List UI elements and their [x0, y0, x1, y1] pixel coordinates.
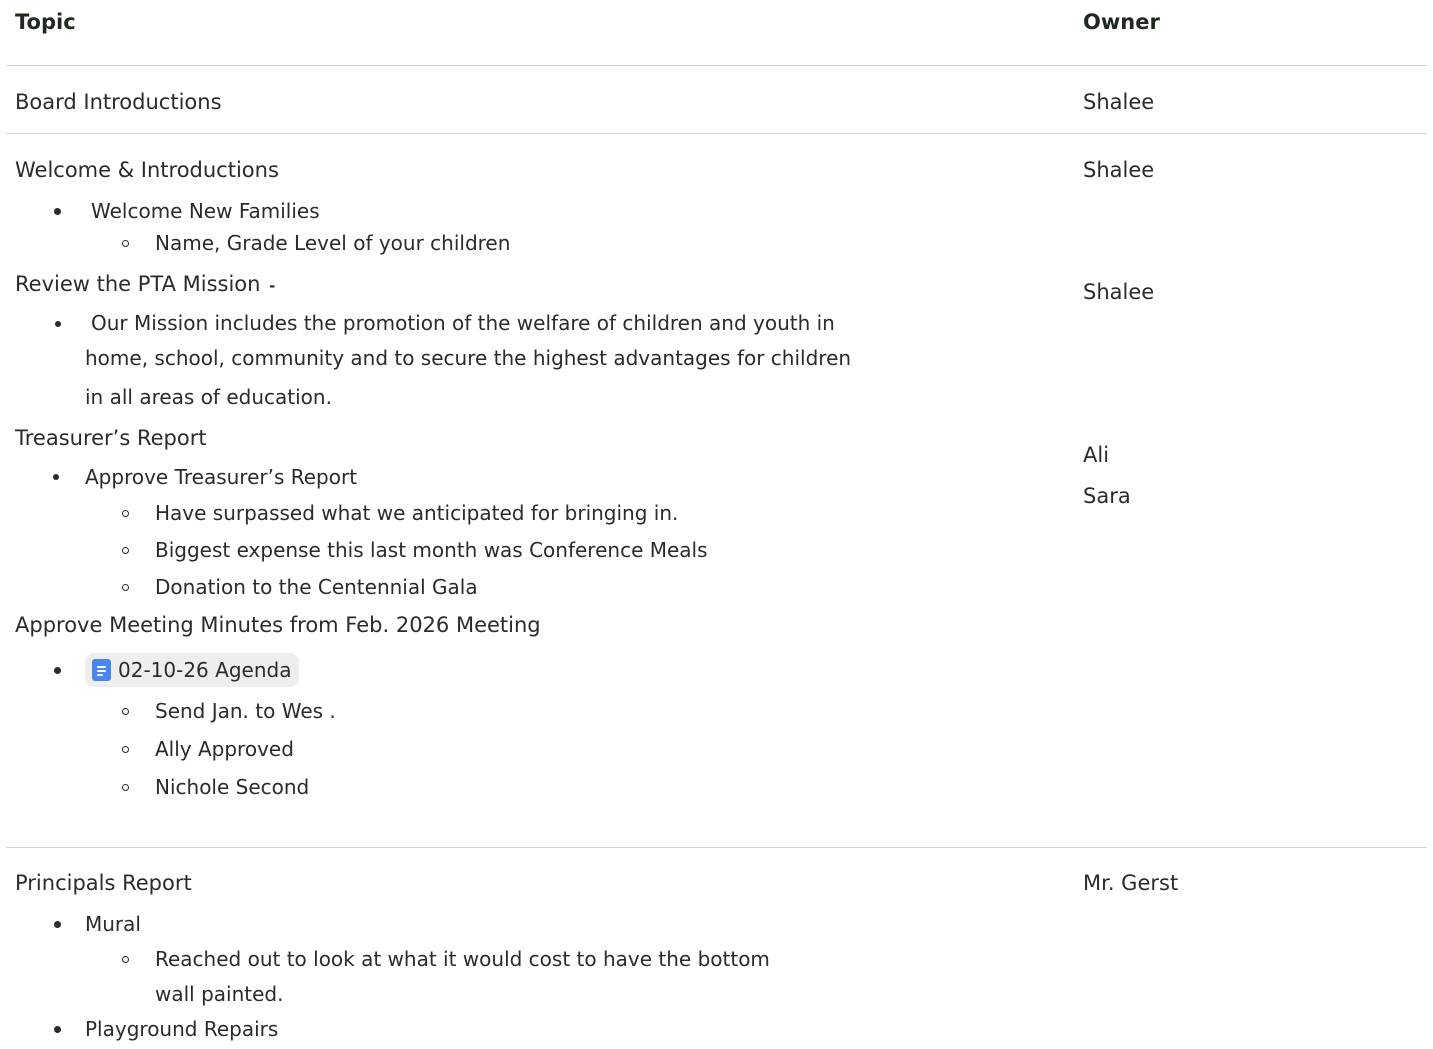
mission-text-line-1[interactable]: Our Mission includes the promotion of th… — [91, 310, 835, 336]
bullet-icon — [53, 474, 59, 480]
list-item-surpassed[interactable]: Have surpassed what we anticipated for b… — [155, 500, 678, 526]
list-item-name-grade-level[interactable]: Name, Grade Level of your children — [155, 230, 510, 256]
agenda-doc-chip-label: 02-10-26 Agenda — [118, 658, 292, 682]
list-item-ally-approved[interactable]: Ally Approved — [155, 736, 294, 762]
topic-approve-meeting-minutes[interactable]: Approve Meeting Minutes from Feb. 2026 M… — [15, 612, 541, 638]
topic-board-introductions[interactable]: Board Introductions — [15, 89, 222, 115]
bullet-icon — [54, 1026, 61, 1033]
topic-review-pta-mission-label: Review the PTA Mission — [15, 272, 261, 296]
list-item-nichole-second[interactable]: Nichole Second — [155, 774, 309, 800]
hollow-bullet-icon — [122, 510, 129, 517]
topic-review-pta-mission[interactable]: Review the PTA Mission - — [15, 271, 275, 299]
bullet-icon — [54, 208, 61, 215]
hollow-bullet-icon — [122, 547, 129, 554]
column-header-topic: Topic — [15, 10, 76, 34]
owner-review-pta-mission[interactable]: Shalee — [1083, 279, 1154, 305]
row-divider — [6, 847, 1427, 848]
list-item-biggest-expense[interactable]: Biggest expense this last month was Conf… — [155, 537, 708, 563]
header-divider — [6, 65, 1427, 66]
list-item-reached-out-line-2[interactable]: wall painted. — [155, 981, 283, 1007]
topic-review-pta-mission-suffix: - — [269, 277, 276, 295]
mission-text-line-2[interactable]: home, school, community and to secure th… — [85, 345, 851, 371]
topic-welcome-introductions[interactable]: Welcome & Introductions — [15, 157, 279, 183]
hollow-bullet-icon — [122, 746, 129, 753]
hollow-bullet-icon — [122, 708, 129, 715]
owner-treasurer-ali[interactable]: Ali — [1083, 442, 1109, 468]
google-doc-icon — [92, 659, 111, 681]
hollow-bullet-icon — [122, 584, 129, 591]
list-item-playground-repairs[interactable]: Playground Repairs — [85, 1016, 278, 1042]
list-item-mural[interactable]: Mural — [85, 911, 141, 937]
owner-board-introductions[interactable]: Shalee — [1083, 89, 1154, 115]
owner-treasurer-sara[interactable]: Sara — [1083, 483, 1131, 509]
list-item-reached-out-line-1[interactable]: Reached out to look at what it would cos… — [155, 946, 770, 972]
column-header-owner: Owner — [1083, 10, 1160, 34]
owner-welcome-introductions[interactable]: Shalee — [1083, 157, 1154, 183]
owner-principals-report[interactable]: Mr. Gerst — [1083, 870, 1178, 896]
list-item-approve-treasurers-report[interactable]: Approve Treasurer’s Report — [85, 464, 357, 490]
bullet-icon — [55, 321, 61, 327]
topic-principals-report[interactable]: Principals Report — [15, 870, 192, 896]
list-item-send-jan[interactable]: Send Jan. to Wes . — [155, 698, 336, 724]
hollow-bullet-icon — [122, 240, 129, 247]
list-item-donation[interactable]: Donation to the Centennial Gala — [155, 574, 478, 600]
mission-text-line-3[interactable]: in all areas of education. — [85, 384, 332, 410]
topic-treasurers-report[interactable]: Treasurer’s Report — [15, 425, 207, 451]
agenda-doc-chip[interactable]: 02-10-26 Agenda — [85, 653, 300, 687]
row-divider — [6, 133, 1427, 134]
hollow-bullet-icon — [122, 956, 129, 963]
bullet-icon — [54, 921, 61, 928]
bullet-icon — [54, 667, 61, 674]
hollow-bullet-icon — [122, 784, 129, 791]
list-item-welcome-new-families[interactable]: Welcome New Families — [91, 198, 320, 224]
